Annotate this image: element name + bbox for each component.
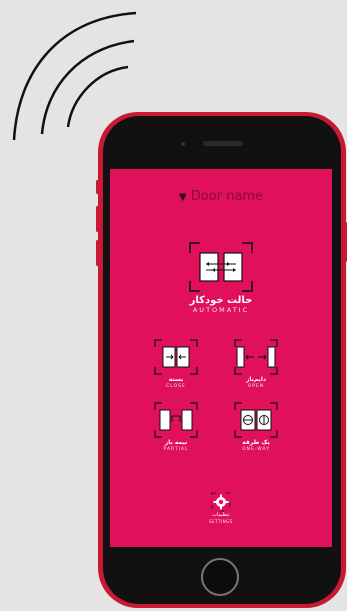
front-camera: [181, 142, 185, 146]
phone-volume-up: [96, 206, 99, 232]
oneway-label-en: ONE-WAY: [242, 446, 270, 452]
automatic-label-fa: حالت خودکار: [189, 295, 253, 306]
doors-open-icon: [234, 339, 278, 375]
settings-button[interactable]: تنظیمات SETTINGS: [201, 492, 241, 524]
oneway-label-fa: یک طرفه: [242, 439, 270, 446]
doors-closed-icon: [154, 339, 198, 375]
close-label-en: CLOSE: [166, 383, 186, 389]
oneway-mode-button[interactable]: یک طرفه ONE-WAY: [228, 402, 284, 452]
home-button[interactable]: [201, 558, 239, 596]
phone-mute-switch: [96, 180, 99, 194]
partial-label-en: PARTIAL: [163, 446, 189, 452]
gear-icon: [211, 492, 231, 512]
automatic-label-en: AUTOMATIC: [192, 306, 250, 314]
open-label-en: OPEN: [247, 383, 265, 389]
one-way-icon: [234, 402, 278, 438]
partial-label-fa: نیمه باز: [164, 439, 188, 446]
door-selector[interactable]: ▼ Door name: [110, 189, 332, 204]
automatic-mode-button[interactable]: حالت خودکار AUTOMATIC: [171, 241, 271, 314]
sliding-doors-bidirectional-icon: [189, 242, 253, 292]
door-name-label: Door name: [190, 189, 263, 204]
close-mode-button[interactable]: بسته CLOSE: [148, 339, 204, 389]
phone-volume-down: [96, 240, 99, 266]
open-label-fa: دایم‌باز: [245, 376, 267, 383]
close-label-fa: بسته: [168, 376, 184, 383]
settings-label-en: SETTINGS: [209, 518, 233, 524]
open-mode-button[interactable]: دایم‌باز OPEN: [228, 339, 284, 389]
doors-partial-icon: [154, 402, 198, 438]
partial-mode-button[interactable]: نیمه باز PARTIAL: [148, 402, 204, 452]
app-screen: ▼ Door name حالت خودکار AUTOMATIC بسته C…: [110, 169, 332, 547]
earpiece: [203, 141, 243, 146]
caret-down-icon: ▼: [179, 192, 187, 203]
